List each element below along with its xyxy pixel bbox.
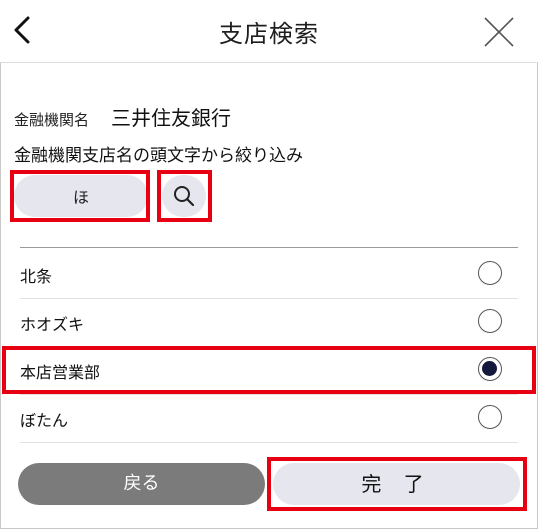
branch-row[interactable]: ホオズキ — [20, 298, 518, 347]
branch-row-selected[interactable]: 本店営業部 — [20, 346, 518, 395]
list-divider — [20, 247, 518, 248]
branch-row[interactable]: 北条 — [20, 250, 518, 299]
radio-button[interactable] — [478, 309, 502, 333]
kana-filter-input[interactable] — [14, 175, 148, 217]
filter-caption: 金融機関支店名の頭文字から絞り込み — [14, 146, 303, 166]
branch-label: ホオズキ — [20, 315, 85, 334]
radio-dot — [482, 361, 497, 376]
branch-label: 本店営業部 — [20, 363, 101, 382]
institution-label: 金融機関名 — [14, 111, 90, 129]
branch-label: ぼたん — [20, 411, 69, 430]
institution-row: 金融機関名 三井住友銀行 — [14, 102, 231, 131]
page-title: 支店検索 — [219, 20, 319, 48]
radio-button-selected[interactable] — [478, 357, 502, 381]
search-button[interactable] — [162, 175, 206, 217]
radio-button[interactable] — [478, 261, 502, 285]
header: 支店検索 — [0, 0, 538, 63]
radio-button[interactable] — [478, 405, 502, 429]
search-icon — [174, 186, 195, 207]
done-button[interactable]: 完 了 — [273, 463, 520, 505]
branch-label: 北条 — [20, 267, 53, 286]
back-button[interactable]: 戻る — [18, 463, 265, 505]
institution-name: 三井住友銀行 — [111, 106, 232, 130]
close-icon[interactable] — [483, 16, 515, 48]
branch-row[interactable]: ぼたん — [20, 394, 518, 443]
